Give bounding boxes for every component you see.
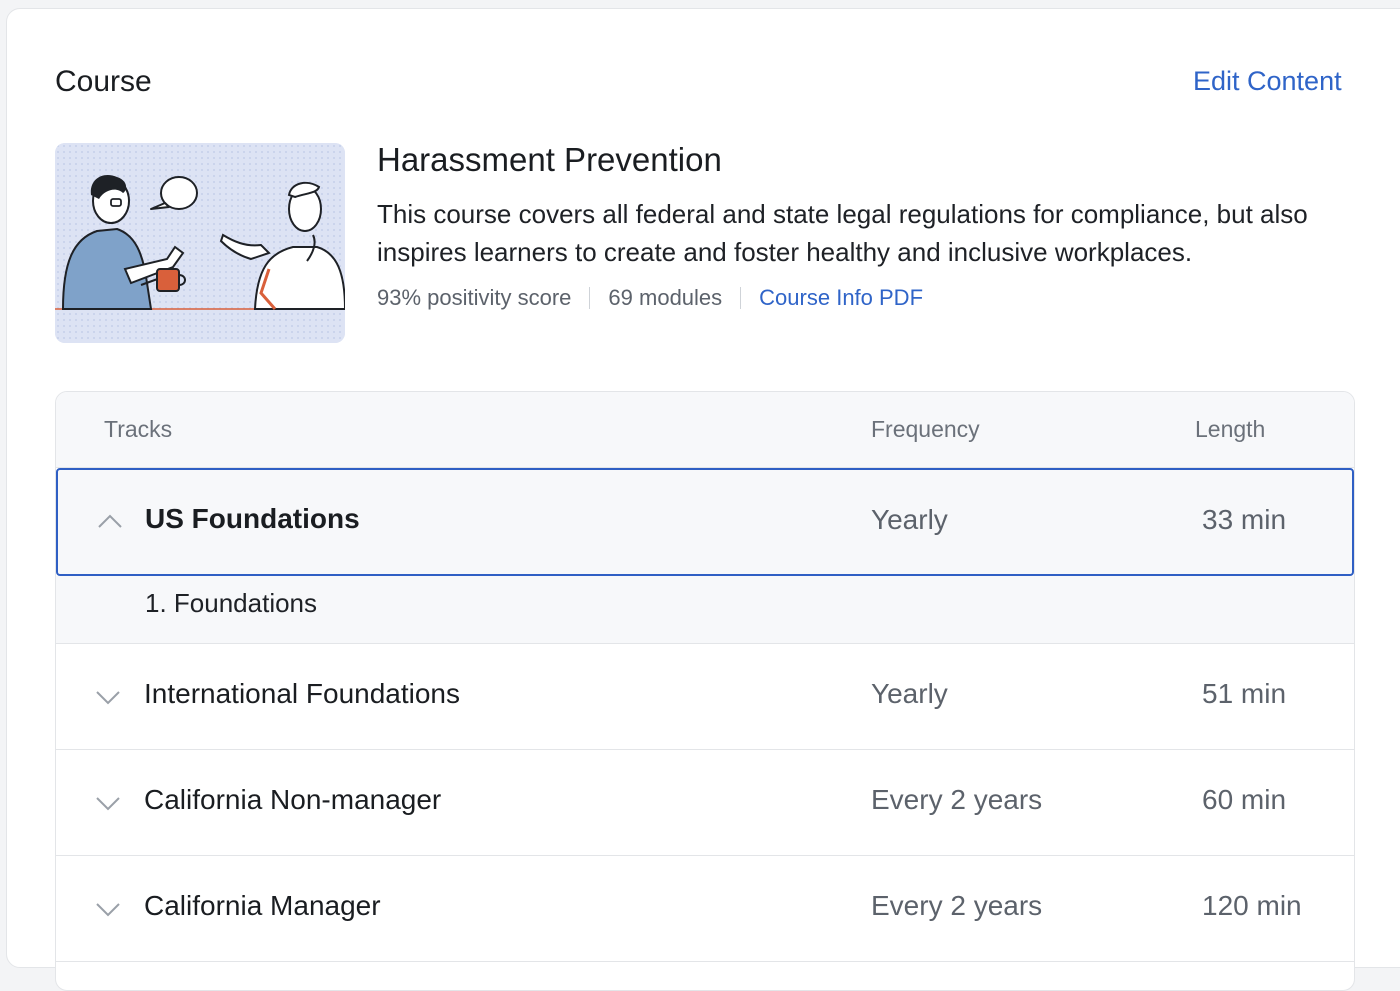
chevron-up-icon[interactable] (96, 512, 124, 530)
track-length: 33 min (1202, 504, 1287, 535)
track-length: 60 min (1202, 784, 1287, 815)
frequency-column-header: Frequency (871, 416, 980, 442)
track-name: US Foundations (145, 503, 360, 534)
track-frequency: Every 2 years (871, 784, 1043, 815)
track-name: California Manager (144, 890, 381, 921)
course-info-pdf-link[interactable]: Course Info PDF (759, 285, 923, 311)
module-item[interactable]: 1. Foundations (145, 588, 317, 619)
track-row-california-manager[interactable]: California Manager Every 2 years 120 min (56, 856, 1354, 962)
chevron-down-icon[interactable] (94, 688, 122, 706)
track-frequency: Yearly (871, 504, 948, 535)
tracks-column-header: Tracks (104, 416, 173, 442)
course-illustration (55, 143, 345, 343)
chevron-down-icon[interactable] (94, 900, 122, 918)
meta-divider (740, 287, 742, 309)
chevron-down-icon[interactable] (94, 794, 122, 812)
track-modules-list: 1. Foundations (56, 576, 1354, 644)
track-row-us-foundations[interactable]: US Foundations Yearly 33 min (56, 468, 1354, 576)
track-row-california-non-manager[interactable]: California Non-manager Every 2 years 60 … (56, 750, 1354, 856)
length-column-header: Length (1195, 416, 1266, 442)
meta-divider (589, 287, 591, 309)
track-row-international-foundations[interactable]: International Foundations Yearly 51 min (56, 644, 1354, 750)
course-description: This course covers all federal and state… (377, 199, 1308, 267)
track-frequency: Every 2 years (871, 890, 1043, 921)
tracks-table: Tracks Frequency Length US Foundations Y… (55, 391, 1355, 991)
course-meta: 93% positivity score 69 modules Course I… (377, 285, 923, 311)
course-title: Harassment Prevention (377, 141, 722, 178)
track-name: International Foundations (144, 678, 460, 709)
track-frequency: Yearly (871, 678, 948, 709)
course-card: Course Edit Content Harassment Preventio… (6, 8, 1400, 991)
module-count: 69 modules (608, 285, 723, 310)
edit-content-link[interactable]: Edit Content (1193, 66, 1342, 97)
section-title: Course (55, 65, 152, 98)
positivity-score: 93% positivity score (377, 285, 572, 310)
table-header: Tracks Frequency Length (56, 392, 1354, 468)
track-length: 51 min (1202, 678, 1287, 709)
track-name: California Non-manager (144, 784, 442, 815)
track-length: 120 min (1202, 890, 1302, 921)
